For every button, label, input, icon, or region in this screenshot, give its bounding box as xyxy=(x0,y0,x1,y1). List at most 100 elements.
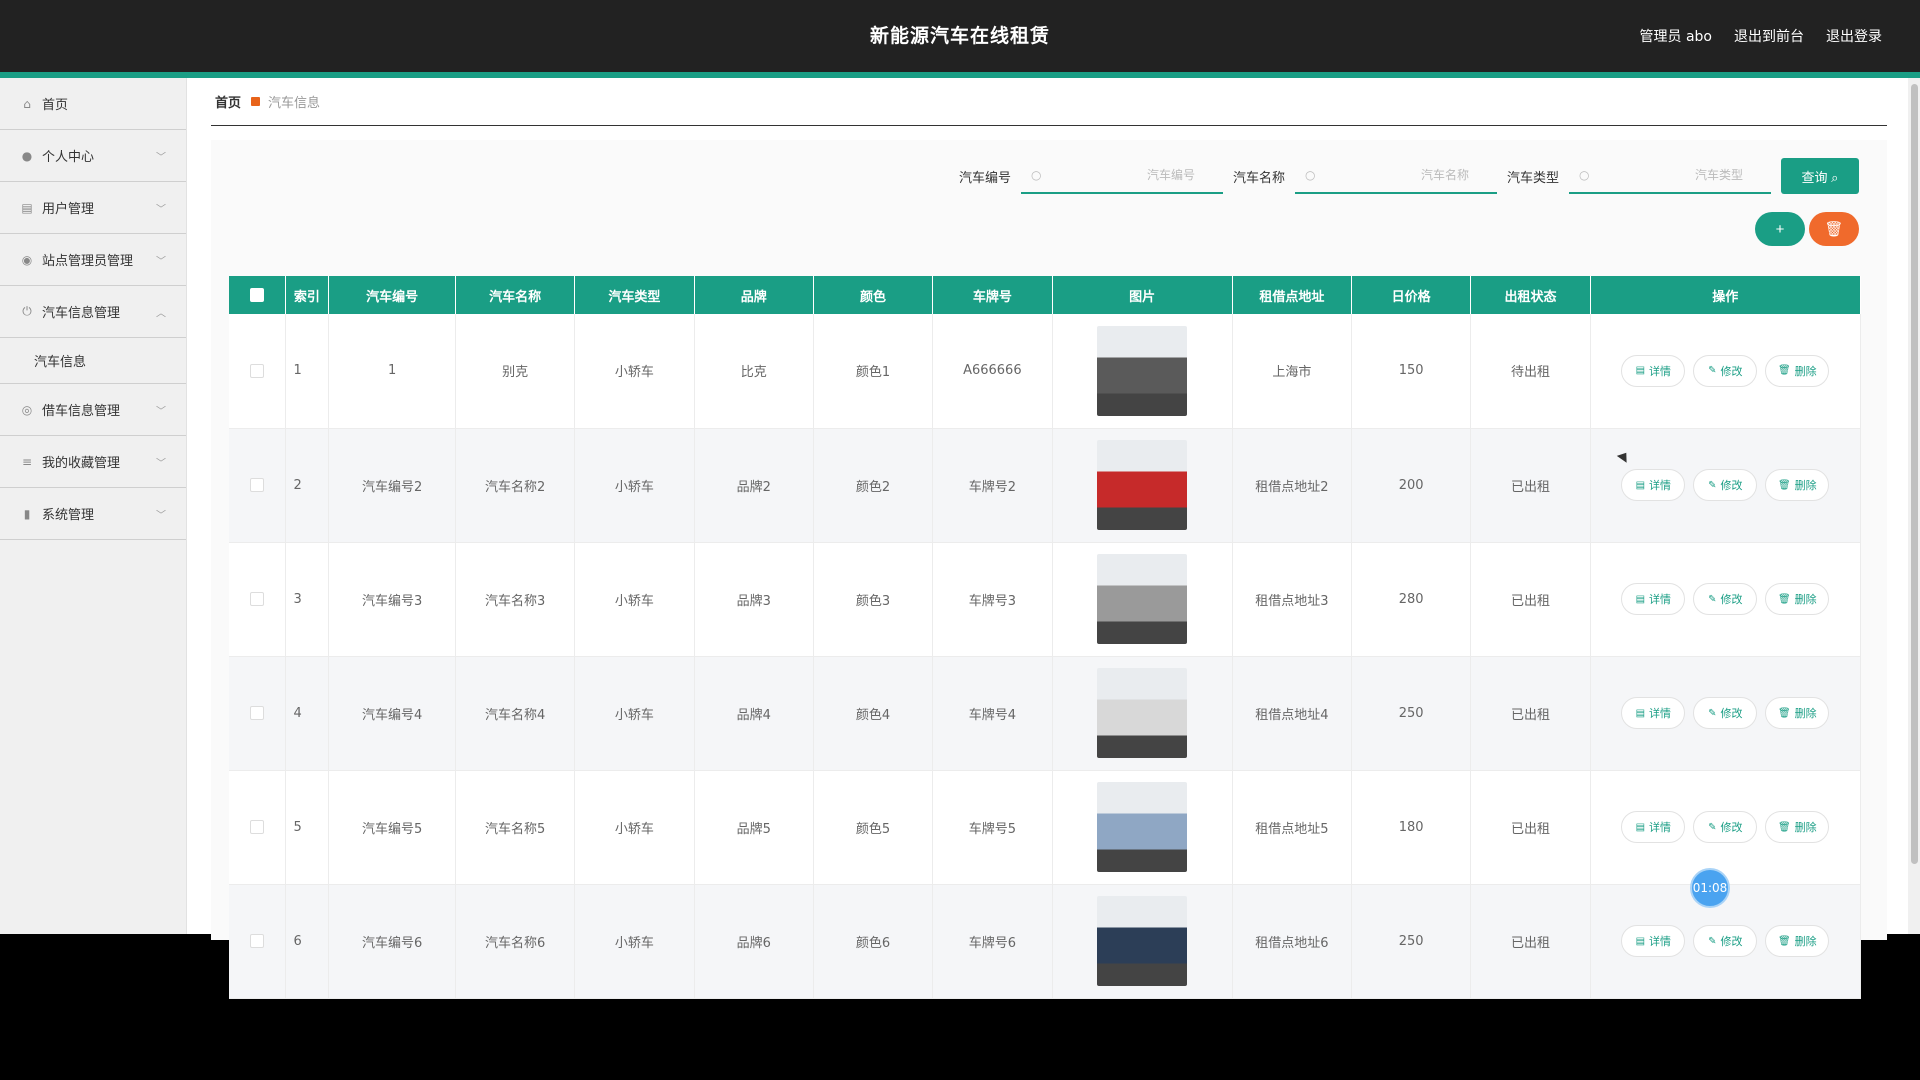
car-type-input[interactable] xyxy=(1569,158,1771,192)
edit-button-label: 修改 xyxy=(1720,708,1743,720)
sidebar-item[interactable]: ≡ 我的收藏管理 ﹀ xyxy=(0,436,186,488)
sidebar-item[interactable]: ▮ 系统管理 ﹀ xyxy=(0,488,186,540)
logout-link[interactable]: 退出登录 xyxy=(1826,26,1882,46)
car-no-input[interactable] xyxy=(1020,158,1223,192)
cell-name: 汽车名称6 xyxy=(455,884,576,999)
cell-brand: 品牌2 xyxy=(694,428,814,543)
row-checkbox[interactable] xyxy=(249,934,264,948)
delete-button[interactable]: 🗑 删除 xyxy=(1765,697,1830,729)
table-row: 2 汽车编号2 汽车名称2 小轿车 品牌2 颜色2 车牌号2 租借点地址2 200 已出租 ▤ 详情 ✎… xyxy=(229,428,1862,543)
sidebar-item[interactable]: ⌂ 首页 xyxy=(0,78,186,130)
edit-button[interactable]: ✎ 修改 xyxy=(1693,469,1758,501)
edit-button-label: 修改 xyxy=(1720,365,1743,378)
cell-type: 小轿车 xyxy=(574,314,695,429)
detail-button[interactable]: ▤ 详情 xyxy=(1621,583,1686,615)
delete-button[interactable]: 🗑 删除 xyxy=(1765,811,1830,843)
index-cell: 4 xyxy=(285,656,330,771)
detail-button-label: 详情 xyxy=(1649,594,1672,606)
search-bar: 汽车编号 ○ 汽车名称 ○ 汽车类型 ○ xyxy=(949,158,1859,194)
chevron-down-icon: ﹀ xyxy=(156,406,166,417)
edit-button[interactable]: ✎ 修改 xyxy=(1693,925,1758,957)
edit-button[interactable]: ✎ 修改 xyxy=(1693,811,1758,843)
sidebar-item[interactable]: ▤ 用户管理 ﹀ xyxy=(0,182,186,234)
row-checkbox[interactable] xyxy=(249,592,264,606)
car-name-input[interactable] xyxy=(1294,158,1497,192)
edit-button[interactable]: ✎ 修改 xyxy=(1693,697,1758,729)
breadcrumb: 首页 汽车信息 xyxy=(211,78,1887,126)
ops-cell: ▤ 详情 ✎ 修改 🗑 删除 xyxy=(1590,656,1862,771)
chevron-down-icon: ﹀ xyxy=(156,204,166,215)
edit-button[interactable]: ✎ 修改 xyxy=(1693,583,1758,615)
search-icon: ○ xyxy=(1579,168,1590,182)
car-image[interactable] xyxy=(1097,554,1188,644)
select-all-cell xyxy=(229,276,286,314)
car-image[interactable] xyxy=(1097,325,1188,416)
row-checkbox[interactable] xyxy=(249,363,264,378)
edit-button-label: 修改 xyxy=(1720,822,1743,834)
cell-type: 小轿车 xyxy=(574,884,695,999)
app-title: 新能源汽车在线租赁 xyxy=(869,25,1050,47)
cell-plate: 车牌号6 xyxy=(932,884,1053,999)
car-image[interactable] xyxy=(1097,668,1188,758)
search-car-type: 汽车类型 ○ xyxy=(1507,158,1771,194)
ops-cell: ▤ 详情 ✎ 修改 🗑 删除 xyxy=(1590,314,1862,429)
breadcrumb-home[interactable]: 首页 xyxy=(215,92,241,111)
column-header: 车牌号 xyxy=(932,276,1053,314)
chevron-down-icon: ﹀ xyxy=(156,256,166,267)
mic-icon: ▮ xyxy=(23,506,31,521)
column-header: 租借点地址 xyxy=(1232,276,1353,314)
cell-type: 小轿车 xyxy=(574,542,695,657)
batch-delete-button[interactable]: 🗑 xyxy=(1809,212,1859,246)
edit-button[interactable]: ✎ 修改 xyxy=(1693,354,1758,387)
select-all-checkbox[interactable] xyxy=(249,288,264,302)
cell-name: 汽车名称2 xyxy=(455,428,576,543)
row-checkbox[interactable] xyxy=(249,478,264,492)
row-checkbox[interactable] xyxy=(249,706,264,720)
sidebar-item[interactable]: ● 个人中心 ﹀ xyxy=(0,130,186,182)
detail-button[interactable]: ▤ 详情 xyxy=(1621,354,1686,387)
car-image[interactable] xyxy=(1097,440,1188,530)
table-row: 1 1 别克 小轿车 比克 颜色1 A666666 上海市 150 待出租 ▤ 详情 ✎ 修改 🗑 删除 xyxy=(229,314,1862,429)
cell-plate: A666666 xyxy=(932,314,1053,429)
home-icon: ⌂ xyxy=(23,96,31,111)
back-to-front-link[interactable]: 退出到前台 xyxy=(1734,26,1804,46)
column-header: 汽车类型 xyxy=(574,276,695,314)
detail-button[interactable]: ▤ 详情 xyxy=(1621,469,1686,501)
ops-cell: ▤ 详情 ✎ 修改 🗑 删除 xyxy=(1590,428,1862,543)
sidebar-item-label: 系统管理 xyxy=(42,508,95,523)
sidebar-item-label: 借车信息管理 xyxy=(42,404,121,419)
detail-button[interactable]: ▤ 详情 xyxy=(1621,697,1686,729)
search-icon: ○ xyxy=(1304,168,1316,182)
pencil-icon: ✎ xyxy=(1708,935,1717,947)
query-button[interactable]: 查询 ⌕ xyxy=(1781,158,1859,194)
ops-cell: ▤ 详情 ✎ 修改 🗑 删除 xyxy=(1590,542,1862,657)
delete-button[interactable]: 🗑 删除 xyxy=(1765,469,1830,501)
sidebar-item[interactable]: ◉ 站点管理员管理 ﹀ xyxy=(0,234,186,286)
delete-button[interactable]: 🗑 删除 xyxy=(1765,354,1830,387)
column-header: 汽车编号 xyxy=(328,276,456,314)
add-button[interactable]: + xyxy=(1755,212,1805,246)
pencil-icon: ✎ xyxy=(1708,707,1717,719)
cell-brand: 品牌4 xyxy=(694,656,814,771)
row-checkbox[interactable] xyxy=(249,820,264,834)
detail-button-label: 详情 xyxy=(1649,822,1672,834)
delete-button[interactable]: 🗑 删除 xyxy=(1765,925,1830,957)
page-scrollbar[interactable] xyxy=(1908,78,1920,934)
delete-button[interactable]: 🗑 删除 xyxy=(1765,583,1830,615)
cell-color: 颜色3 xyxy=(813,542,934,657)
detail-button[interactable]: ▤ 详情 xyxy=(1621,811,1686,843)
sidebar-item[interactable]: ⏻ 汽车信息管理 ︿ xyxy=(0,286,186,338)
car-image[interactable] xyxy=(1097,896,1188,986)
sidebar-subitem[interactable]: 汽车信息 xyxy=(0,338,186,384)
chevron-down-icon: ﹀ xyxy=(156,510,166,521)
checkbox-cell xyxy=(229,770,286,885)
top-header: 新能源汽车在线租赁 管理员 abo 退出到前台 退出登录 xyxy=(0,0,1920,72)
delete-button-label: 删除 xyxy=(1794,365,1817,378)
cell-brand: 品牌3 xyxy=(694,542,814,657)
scrollbar-thumb[interactable] xyxy=(1911,84,1918,864)
sidebar-item[interactable]: ◎ 借车信息管理 ﹀ xyxy=(0,384,186,436)
trash-icon: 🗑 xyxy=(1777,707,1791,719)
edit-button-label: 修改 xyxy=(1720,594,1743,606)
detail-button[interactable]: ▤ 详情 xyxy=(1621,925,1686,957)
car-image[interactable] xyxy=(1097,782,1188,872)
